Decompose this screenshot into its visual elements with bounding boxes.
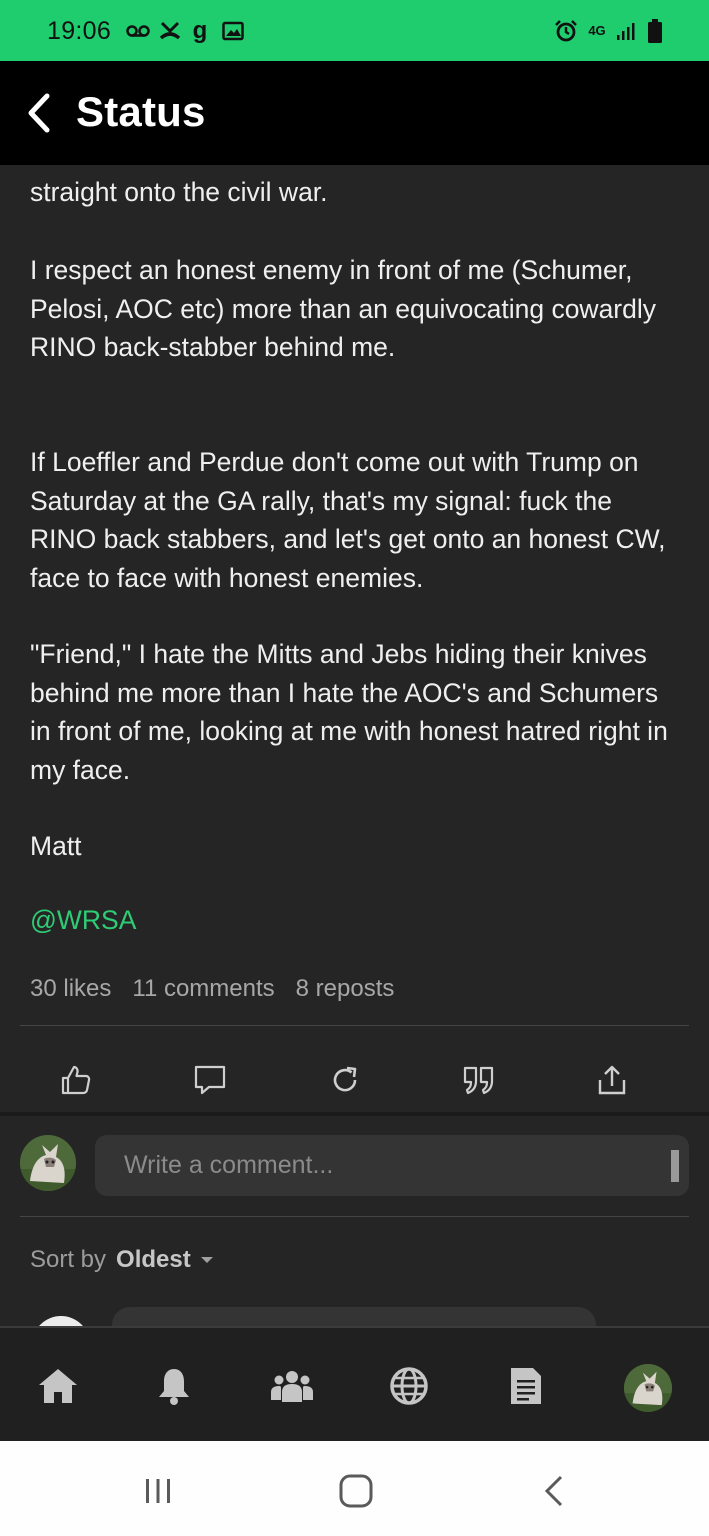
chevron-left-icon <box>28 93 50 133</box>
battery-icon <box>646 17 664 45</box>
post-paragraph: straight onto the civil war. <box>30 177 328 207</box>
comment-bubble <box>112 1307 596 1326</box>
g-app-icon: g <box>192 17 208 44</box>
comment-icon <box>194 1065 226 1095</box>
sort-dropdown[interactable]: Sort by Oldest <box>30 1246 217 1274</box>
mention-link[interactable]: @WRSA <box>30 905 136 936</box>
recents-button[interactable] <box>133 1469 183 1513</box>
sort-label: Sort by <box>30 1246 107 1273</box>
repost-button[interactable] <box>315 1050 375 1110</box>
post-paragraph: I respect an honest enemy in front of me… <box>30 255 657 362</box>
quote-button[interactable] <box>449 1050 509 1110</box>
divider <box>20 1216 689 1217</box>
comments-count[interactable]: 11 comments <box>132 975 274 1003</box>
back-button[interactable] <box>16 87 62 139</box>
status-bar: 19:06 g 4G <box>0 0 709 61</box>
bottom-nav <box>0 1326 709 1441</box>
post-stats: 30 likes 11 comments 8 reposts <box>30 975 394 1003</box>
repost-icon <box>333 1066 357 1092</box>
nav-profile-avatar[interactable] <box>624 1364 672 1412</box>
quote-icon <box>463 1066 494 1095</box>
page-title: Status <box>76 88 206 135</box>
status-time: 19:06 <box>47 17 112 45</box>
gallery-icon <box>221 17 245 45</box>
globe-icon <box>390 1367 428 1405</box>
comment-input[interactable] <box>95 1135 689 1196</box>
nav-home[interactable] <box>28 1356 88 1416</box>
app-header: Status <box>0 61 709 165</box>
cat-photo-icon <box>624 1364 672 1412</box>
caret-down-icon <box>200 1257 213 1263</box>
home-icon <box>39 1369 77 1403</box>
likes-count[interactable]: 30 likes <box>30 975 111 1003</box>
voicemail-icon <box>125 17 151 45</box>
post-paragraph: "Friend," I hate the Mitts and Jebs hidi… <box>30 639 668 785</box>
sort-value: Oldest <box>116 1246 191 1273</box>
reposts-count[interactable]: 8 reposts <box>296 975 395 1003</box>
text-cursor <box>671 1150 679 1182</box>
nav-explore[interactable] <box>379 1356 439 1416</box>
like-icon <box>61 1065 91 1095</box>
recents-icon <box>146 1479 170 1503</box>
groups-icon <box>271 1371 313 1402</box>
cat-photo-icon <box>20 1135 76 1191</box>
system-back-button[interactable] <box>529 1469 579 1513</box>
status-detail[interactable]: straight onto the civil war. I respect a… <box>0 165 709 1326</box>
home-outline-icon <box>339 1474 373 1508</box>
nav-notifications[interactable] <box>144 1356 204 1416</box>
user-avatar[interactable] <box>20 1135 76 1191</box>
post-signature: Matt <box>30 831 82 861</box>
comment-button[interactable] <box>180 1050 240 1110</box>
commenter-avatar[interactable] <box>32 1316 90 1326</box>
bell-icon <box>159 1369 189 1405</box>
share-button[interactable] <box>582 1050 642 1110</box>
system-nav-bar <box>0 1441 709 1536</box>
section-separator <box>0 1112 709 1116</box>
post-actions <box>0 1050 709 1110</box>
4g-lte-icon: 4G <box>588 23 606 38</box>
nav-groups[interactable] <box>262 1356 322 1416</box>
home-button[interactable] <box>331 1469 381 1513</box>
nav-documents[interactable] <box>496 1356 556 1416</box>
signal-icon <box>615 17 637 45</box>
alarm-icon <box>554 17 578 45</box>
post-paragraph: If Loeffler and Perdue don't come out wi… <box>30 447 666 593</box>
share-icon <box>598 1065 626 1095</box>
missed-call-icon <box>158 17 182 45</box>
document-icon <box>511 1368 541 1404</box>
like-button[interactable] <box>46 1050 106 1110</box>
divider <box>20 1025 689 1026</box>
back-chevron-icon <box>544 1475 563 1507</box>
comment-field[interactable] <box>95 1135 689 1196</box>
